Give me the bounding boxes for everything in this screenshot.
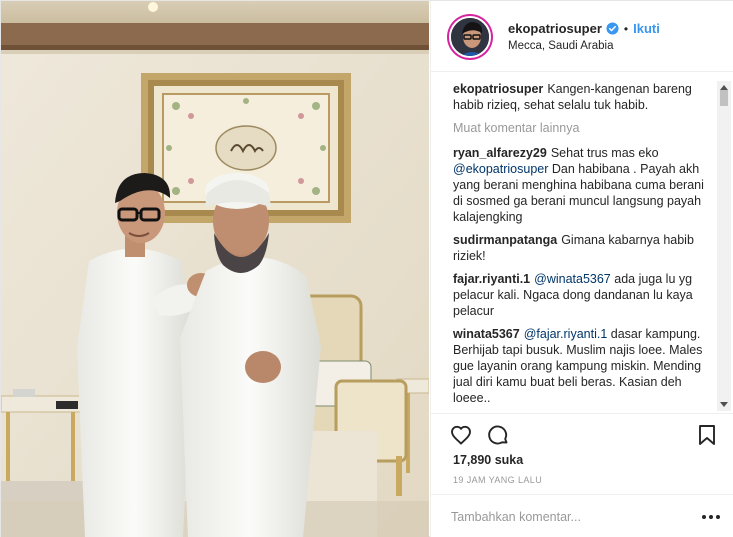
separator-dot: • bbox=[623, 21, 629, 36]
comments-list[interactable]: ekopatriosuper Kangen-kangenan bareng hab… bbox=[453, 81, 715, 411]
comment-text: Sehat trus mas eko bbox=[550, 146, 659, 160]
follow-button[interactable]: Ikuti bbox=[633, 21, 660, 36]
comment-username[interactable]: winata5367 bbox=[453, 327, 520, 341]
post-side-panel: ekopatriosuper • Ikuti Mecca, Saudi Arab… bbox=[430, 1, 733, 537]
likes-count[interactable]: 17,890 suka bbox=[453, 453, 523, 467]
comment-username[interactable]: fajar.riyanti.1 bbox=[453, 272, 530, 286]
comments-scrollbar[interactable] bbox=[717, 81, 731, 411]
mention-link[interactable]: @ekopatriosuper bbox=[453, 162, 548, 176]
scroll-thumb[interactable] bbox=[720, 90, 728, 106]
avatar-image bbox=[451, 18, 489, 56]
comment-item: sudirmanpatanga Gimana kabarnya habib riz… bbox=[453, 232, 715, 264]
username-row: ekopatriosuper • Ikuti bbox=[508, 21, 660, 36]
username-link[interactable]: ekopatriosuper bbox=[508, 21, 602, 36]
caption-username[interactable]: ekopatriosuper bbox=[453, 82, 543, 96]
add-comment-section bbox=[431, 494, 733, 537]
location-link[interactable]: Mecca, Saudi Arabia bbox=[508, 40, 613, 52]
comment-icon[interactable] bbox=[486, 423, 510, 447]
comment-item: winata5367 @fajar.riyanti.1 dasar kampung… bbox=[453, 326, 715, 406]
add-comment-input[interactable] bbox=[451, 507, 691, 527]
mention-link[interactable]: @winata5367 bbox=[534, 272, 611, 286]
post-header: ekopatriosuper • Ikuti Mecca, Saudi Arab… bbox=[431, 1, 733, 72]
comment-item: fajar.riyanti.1 @winata5367 ada juga lu y… bbox=[453, 271, 715, 319]
verified-badge-icon bbox=[606, 22, 619, 35]
comment-item: ryan_alfarezy29 Sehat trus mas eko @ekopa… bbox=[453, 145, 715, 225]
instagram-post: ekopatriosuper • Ikuti Mecca, Saudi Arab… bbox=[0, 0, 733, 537]
more-options-icon[interactable] bbox=[699, 510, 723, 524]
post-photo[interactable] bbox=[1, 1, 429, 537]
post-timestamp[interactable]: 19 JAM YANG LALU bbox=[453, 475, 542, 485]
mention-link[interactable]: @fajar.riyanti.1 bbox=[524, 327, 608, 341]
scroll-down-arrow-icon[interactable] bbox=[720, 402, 728, 407]
comment-container: ryan_alfarezy29 Sehat trus mas eko @ekopa… bbox=[453, 145, 715, 406]
comment-username[interactable]: sudirmanpatanga bbox=[453, 233, 557, 247]
avatar[interactable] bbox=[449, 16, 491, 58]
load-more-comments-button[interactable]: Muat komentar lainnya bbox=[453, 120, 715, 136]
photo-illustration bbox=[1, 1, 429, 537]
bookmark-icon[interactable] bbox=[695, 423, 719, 447]
caption: ekopatriosuper Kangen-kangenan bareng hab… bbox=[453, 81, 715, 113]
comment-username[interactable]: ryan_alfarezy29 bbox=[453, 146, 547, 160]
action-bar bbox=[431, 413, 733, 453]
heart-icon[interactable] bbox=[449, 423, 473, 447]
